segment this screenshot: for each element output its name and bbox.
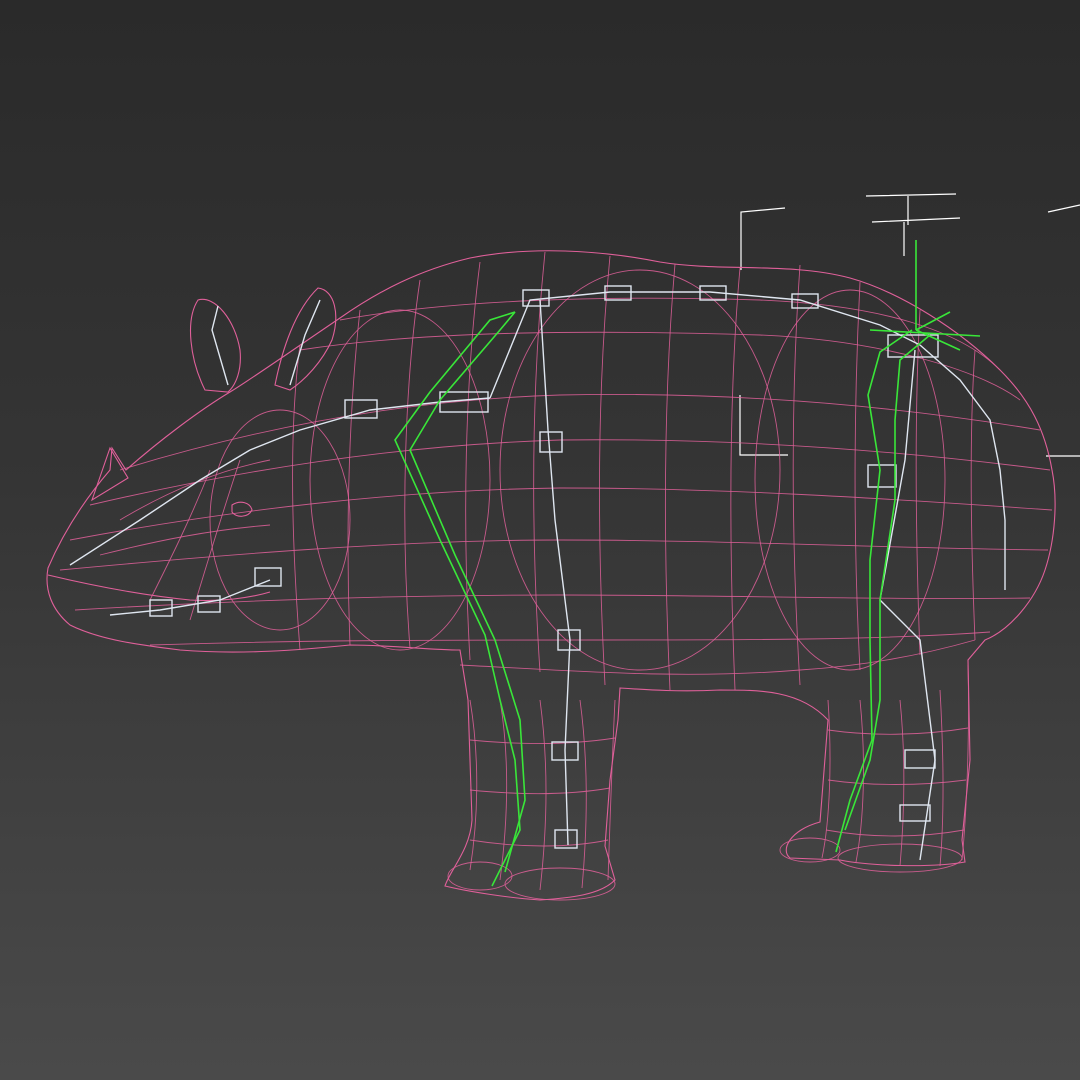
mesh-horn <box>90 446 129 502</box>
helper-handle-left[interactable] <box>740 207 786 270</box>
mesh-eye <box>231 501 253 517</box>
bone-ear-left[interactable] <box>211 305 229 386</box>
bone-spine[interactable] <box>489 291 921 399</box>
mesh-ear-right <box>274 287 337 391</box>
control-helpers[interactable] <box>739 193 1080 457</box>
bone-neck[interactable] <box>249 397 491 451</box>
ik-root-gizmo[interactable] <box>869 240 981 351</box>
3d-viewport[interactable] <box>0 0 1080 1080</box>
helper-handle-right[interactable] <box>1047 204 1080 213</box>
ik-hind-leg-left[interactable] <box>835 329 913 853</box>
mesh-ear-left <box>189 298 241 393</box>
bone-head[interactable] <box>69 449 251 566</box>
bone-tail[interactable] <box>919 344 1006 590</box>
bone-front-leg-right[interactable] <box>539 299 571 846</box>
wireframe-scene[interactable] <box>0 0 1080 1080</box>
helper-hip-bracket[interactable] <box>739 395 788 456</box>
bone-ear-right[interactable] <box>289 299 321 386</box>
helper-handle-center[interactable] <box>865 193 961 256</box>
mesh-edges <box>59 251 1053 901</box>
ik-chains[interactable] <box>394 240 981 887</box>
mesh-jaw <box>47 574 271 602</box>
